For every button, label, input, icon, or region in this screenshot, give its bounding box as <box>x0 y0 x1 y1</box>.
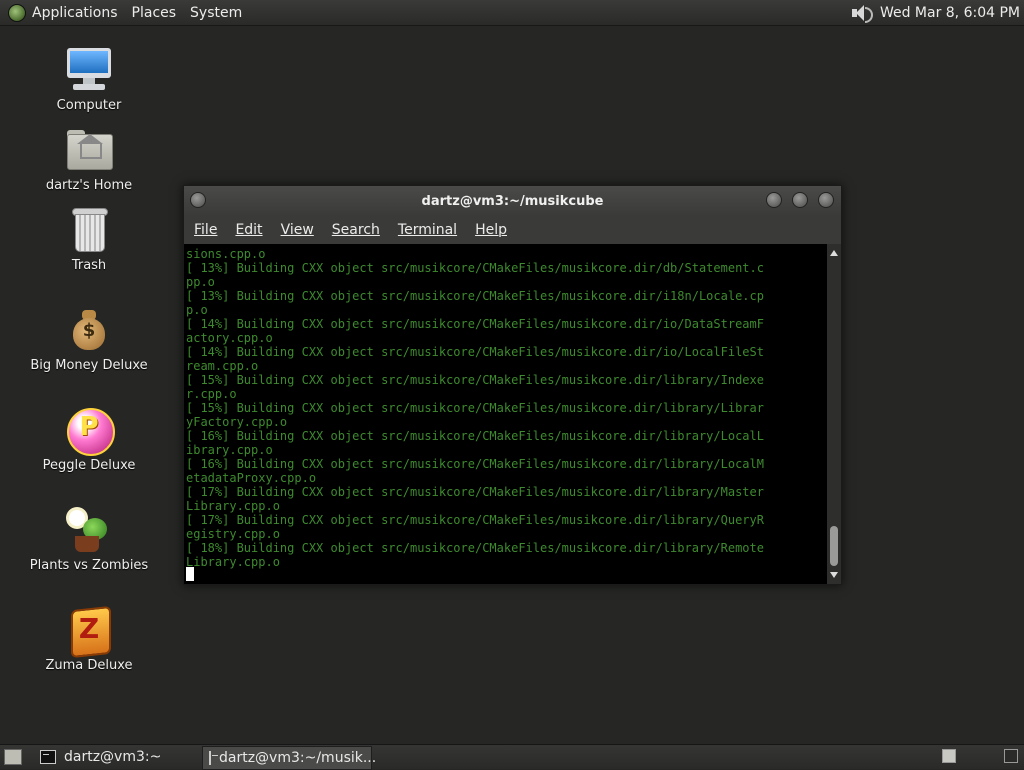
terminal-line: [ 14%] Building CXX object src/musikcore… <box>186 317 764 331</box>
terminal-line: [ 17%] Building CXX object src/musikcore… <box>186 513 764 527</box>
terminal-line: pp.o <box>186 275 215 289</box>
menu-terminal[interactable]: Terminal <box>398 222 457 238</box>
window-menu-icon[interactable] <box>190 192 206 208</box>
scroll-up-icon[interactable] <box>830 250 838 256</box>
menu-help[interactable]: Help <box>475 222 507 238</box>
menu-search[interactable]: Search <box>332 222 380 238</box>
terminal-line: p.o <box>186 303 208 317</box>
menu-view[interactable]: View <box>281 222 314 238</box>
desktop-icon-home[interactable]: dartz's Home <box>24 126 154 193</box>
terminal-cursor <box>186 567 194 581</box>
menu-file[interactable]: File <box>194 222 217 238</box>
bottom-panel: dartz@vm3:~ dartz@vm3:~/musik... <box>0 744 1024 770</box>
big-money-icon: $ <box>65 306 113 354</box>
workspace-2[interactable] <box>1004 749 1018 763</box>
desktop-icon-big-money[interactable]: $ Big Money Deluxe <box>24 306 154 373</box>
terminal-line: [ 16%] Building CXX object src/musikcore… <box>186 457 764 471</box>
terminal-line: egistry.cpp.o <box>186 527 280 541</box>
desktop-icon-trash[interactable]: Trash <box>24 206 154 273</box>
terminal-text: sions.cpp.o[ 13%] Building CXX object sr… <box>184 244 827 572</box>
terminal-line: [ 18%] Building CXX object src/musikcore… <box>186 541 764 555</box>
terminal-line: [ 13%] Building CXX object src/musikcore… <box>186 261 764 275</box>
terminal-line: [ 14%] Building CXX object src/musikcore… <box>186 345 764 359</box>
desktop-icon-peggle[interactable]: P Peggle Deluxe <box>24 406 154 473</box>
window-title: dartz@vm3:~/musikcube <box>421 193 604 209</box>
taskbar-item-terminal-musikcube[interactable]: dartz@vm3:~/musik... <box>202 746 376 770</box>
panel-tray: Wed Mar 8, 6:04 PM <box>850 0 1020 25</box>
desktop-icon-zuma[interactable]: Z Zuma Deluxe <box>24 605 154 673</box>
peggle-icon: P <box>65 406 115 456</box>
desktop-icon-label: Peggle Deluxe <box>42 458 136 473</box>
terminal-icon <box>209 751 218 765</box>
terminal-scrollbar[interactable] <box>827 244 841 584</box>
desktop-icon-label: Zuma Deluxe <box>45 658 133 673</box>
home-folder-icon <box>65 126 113 174</box>
menu-applications[interactable]: Applications <box>32 5 118 21</box>
plants-vs-zombies-icon <box>65 506 113 554</box>
terminal-menubar: File Edit View Search Terminal Help <box>184 216 841 244</box>
terminal-line: ibrary.cpp.o <box>186 443 273 457</box>
desktop-icon-computer[interactable]: Computer <box>24 46 154 113</box>
terminal-line: [ 17%] Building CXX object src/musikcore… <box>186 485 764 499</box>
trash-icon <box>65 206 113 254</box>
desktop-icon-label: dartz's Home <box>45 178 133 193</box>
taskbar-item-terminal-home[interactable]: dartz@vm3:~ <box>34 746 200 768</box>
menu-edit[interactable]: Edit <box>235 222 262 238</box>
clock[interactable]: Wed Mar 8, 6:04 PM <box>880 5 1020 21</box>
desktop-icon-label: Plants vs Zombies <box>29 558 149 573</box>
show-desktop-icon[interactable] <box>4 749 22 765</box>
terminal-line: ream.cpp.o <box>186 359 259 373</box>
desktop-icon-plants-vs-zombies[interactable]: Plants vs Zombies <box>24 506 154 573</box>
terminal-line: Library.cpp.o <box>186 555 280 569</box>
volume-icon[interactable] <box>850 3 873 23</box>
terminal-line: [ 16%] Building CXX object src/musikcore… <box>186 429 764 443</box>
terminal-window: dartz@vm3:~/musikcube File Edit View Sea… <box>183 185 842 585</box>
distro-logo-icon[interactable] <box>8 3 26 22</box>
taskbar-item-label: dartz@vm3:~/musik... <box>219 750 377 766</box>
maximize-icon[interactable] <box>792 192 808 208</box>
terminal-line: etadataProxy.cpp.o <box>186 471 317 485</box>
close-icon[interactable] <box>818 192 834 208</box>
workspace-1[interactable] <box>942 749 956 763</box>
terminal-output[interactable]: sions.cpp.o[ 13%] Building CXX object sr… <box>184 244 827 584</box>
desktop-icon-label: Trash <box>71 258 107 273</box>
desktop-icon-label: Big Money Deluxe <box>30 358 148 373</box>
window-titlebar[interactable]: dartz@vm3:~/musikcube <box>184 186 841 216</box>
terminal-line: r.cpp.o <box>186 387 237 401</box>
terminal-line: actory.cpp.o <box>186 331 273 345</box>
terminal-line: [ 13%] Building CXX object src/musikcore… <box>186 289 764 303</box>
terminal-line: Library.cpp.o <box>186 499 280 513</box>
zuma-icon: Z <box>65 605 113 659</box>
taskbar-item-label: dartz@vm3:~ <box>64 749 162 765</box>
computer-icon <box>65 46 113 94</box>
terminal-line: [ 15%] Building CXX object src/musikcore… <box>186 373 764 387</box>
menu-places[interactable]: Places <box>132 5 177 21</box>
desktop-icon-label: Computer <box>56 98 122 113</box>
minimize-icon[interactable] <box>766 192 782 208</box>
terminal-icon <box>40 750 56 764</box>
scroll-down-icon[interactable] <box>830 572 838 578</box>
terminal-line: sions.cpp.o <box>186 247 266 261</box>
terminal-line: yFactory.cpp.o <box>186 415 288 429</box>
scrollbar-thumb[interactable] <box>830 526 838 566</box>
top-panel: Applications Places System Wed Mar 8, 6:… <box>0 0 1024 26</box>
menu-system[interactable]: System <box>190 5 242 21</box>
terminal-line: [ 15%] Building CXX object src/musikcore… <box>186 401 764 415</box>
